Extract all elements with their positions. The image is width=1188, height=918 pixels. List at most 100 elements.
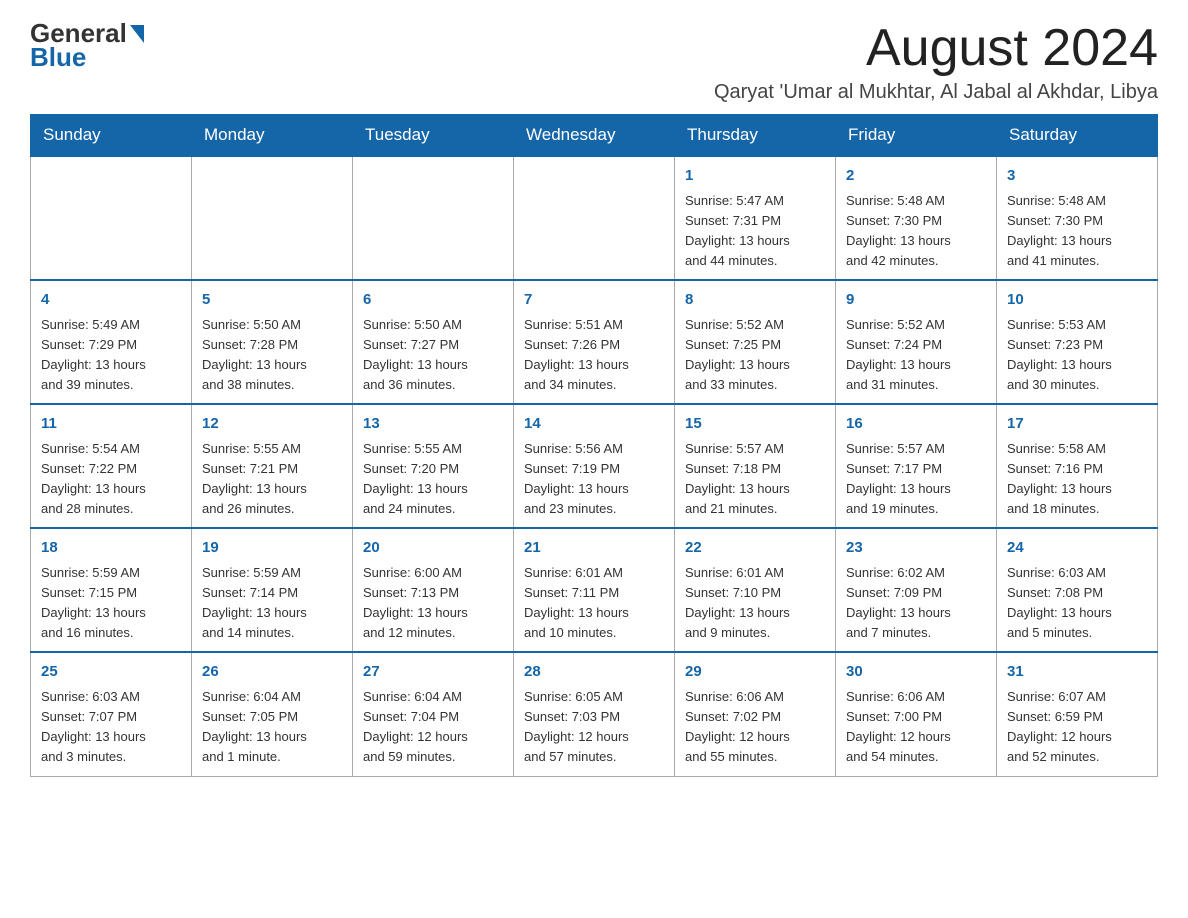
week-row-5: 25 Sunrise: 6:03 AM Sunset: 7:07 PM Dayli… [31, 652, 1158, 776]
day-info: Sunrise: 5:47 AM Sunset: 7:31 PM Dayligh… [685, 191, 825, 272]
day-info: Sunrise: 6:01 AM Sunset: 7:11 PM Dayligh… [524, 563, 664, 644]
calendar-cell: 14Sunrise: 5:56 AM Sunset: 7:19 PM Dayli… [514, 404, 675, 528]
calendar-cell: 6 Sunrise: 5:50 AM Sunset: 7:27 PM Daylig… [353, 280, 514, 404]
header: General Blue August 2024 Qaryat 'Umar al… [30, 20, 1158, 104]
day-number: 13 [363, 413, 503, 436]
calendar-cell: 17 Sunrise: 5:58 AM Sunset: 7:16 PM Dayli… [997, 404, 1158, 528]
day-number: 21 [524, 537, 664, 560]
day-number: 19 [202, 537, 342, 560]
week-row-3: 11Sunrise: 5:54 AM Sunset: 7:22 PM Dayli… [31, 404, 1158, 528]
calendar-cell: 12 Sunrise: 5:55 AM Sunset: 7:21 PM Dayli… [192, 404, 353, 528]
calendar-cell: 22Sunrise: 6:01 AM Sunset: 7:10 PM Dayli… [675, 528, 836, 652]
day-number: 29 [685, 661, 825, 684]
calendar-cell: 7 Sunrise: 5:51 AM Sunset: 7:26 PM Daylig… [514, 280, 675, 404]
day-number: 8 [685, 289, 825, 312]
calendar-cell: 26 Sunrise: 6:04 AM Sunset: 7:05 PM Dayli… [192, 652, 353, 776]
day-number: 2 [846, 165, 986, 188]
calendar-cell: 27 Sunrise: 6:04 AM Sunset: 7:04 PM Dayli… [353, 652, 514, 776]
day-number: 16 [846, 413, 986, 436]
day-info: Sunrise: 5:50 AM Sunset: 7:27 PM Dayligh… [363, 315, 503, 396]
day-number: 12 [202, 413, 342, 436]
day-number: 18 [41, 537, 181, 560]
day-info: Sunrise: 5:59 AM Sunset: 7:14 PM Dayligh… [202, 563, 342, 644]
day-info: Sunrise: 5:58 AM Sunset: 7:16 PM Dayligh… [1007, 439, 1147, 520]
location-subtitle: Qaryat 'Umar al Mukhtar, Al Jabal al Akh… [714, 81, 1158, 104]
day-number: 26 [202, 661, 342, 684]
calendar-cell: 15Sunrise: 5:57 AM Sunset: 7:18 PM Dayli… [675, 404, 836, 528]
day-info: Sunrise: 6:07 AM Sunset: 6:59 PM Dayligh… [1007, 687, 1147, 768]
day-number: 23 [846, 537, 986, 560]
col-header-sunday: Sunday [31, 115, 192, 157]
calendar-cell [31, 156, 192, 280]
calendar-cell: 20Sunrise: 6:00 AM Sunset: 7:13 PM Dayli… [353, 528, 514, 652]
day-info: Sunrise: 6:05 AM Sunset: 7:03 PM Dayligh… [524, 687, 664, 768]
calendar-cell: 11Sunrise: 5:54 AM Sunset: 7:22 PM Dayli… [31, 404, 192, 528]
day-number: 4 [41, 289, 181, 312]
day-number: 9 [846, 289, 986, 312]
calendar-cell: 13 Sunrise: 5:55 AM Sunset: 7:20 PM Dayli… [353, 404, 514, 528]
calendar-cell: 19 Sunrise: 5:59 AM Sunset: 7:14 PM Dayli… [192, 528, 353, 652]
day-number: 17 [1007, 413, 1147, 436]
col-header-saturday: Saturday [997, 115, 1158, 157]
day-info: Sunrise: 5:57 AM Sunset: 7:17 PM Dayligh… [846, 439, 986, 520]
calendar-cell: 29Sunrise: 6:06 AM Sunset: 7:02 PM Dayli… [675, 652, 836, 776]
day-number: 28 [524, 661, 664, 684]
day-number: 27 [363, 661, 503, 684]
day-info: Sunrise: 6:06 AM Sunset: 7:00 PM Dayligh… [846, 687, 986, 768]
day-info: Sunrise: 6:03 AM Sunset: 7:07 PM Dayligh… [41, 687, 181, 768]
week-row-1: 1 Sunrise: 5:47 AM Sunset: 7:31 PM Daylig… [31, 156, 1158, 280]
calendar-cell [353, 156, 514, 280]
day-number: 31 [1007, 661, 1147, 684]
day-info: Sunrise: 5:59 AM Sunset: 7:15 PM Dayligh… [41, 563, 181, 644]
day-info: Sunrise: 5:48 AM Sunset: 7:30 PM Dayligh… [846, 191, 986, 272]
day-info: Sunrise: 5:51 AM Sunset: 7:26 PM Dayligh… [524, 315, 664, 396]
day-info: Sunrise: 6:04 AM Sunset: 7:04 PM Dayligh… [363, 687, 503, 768]
calendar-cell [192, 156, 353, 280]
day-number: 7 [524, 289, 664, 312]
day-number: 3 [1007, 165, 1147, 188]
day-number: 1 [685, 165, 825, 188]
day-number: 10 [1007, 289, 1147, 312]
day-info: Sunrise: 5:55 AM Sunset: 7:21 PM Dayligh… [202, 439, 342, 520]
calendar-cell [514, 156, 675, 280]
day-number: 20 [363, 537, 503, 560]
calendar-cell: 18 Sunrise: 5:59 AM Sunset: 7:15 PM Dayli… [31, 528, 192, 652]
week-row-4: 18 Sunrise: 5:59 AM Sunset: 7:15 PM Dayli… [31, 528, 1158, 652]
month-title: August 2024 [714, 20, 1158, 77]
day-number: 6 [363, 289, 503, 312]
day-number: 14 [524, 413, 664, 436]
day-info: Sunrise: 5:52 AM Sunset: 7:24 PM Dayligh… [846, 315, 986, 396]
day-number: 22 [685, 537, 825, 560]
day-number: 30 [846, 661, 986, 684]
col-header-thursday: Thursday [675, 115, 836, 157]
calendar-cell: 10 Sunrise: 5:53 AM Sunset: 7:23 PM Dayli… [997, 280, 1158, 404]
day-number: 25 [41, 661, 181, 684]
day-info: Sunrise: 5:52 AM Sunset: 7:25 PM Dayligh… [685, 315, 825, 396]
day-number: 15 [685, 413, 825, 436]
day-info: Sunrise: 6:03 AM Sunset: 7:08 PM Dayligh… [1007, 563, 1147, 644]
calendar-table: SundayMondayTuesdayWednesdayThursdayFrid… [30, 114, 1158, 776]
calendar-cell: 1 Sunrise: 5:47 AM Sunset: 7:31 PM Daylig… [675, 156, 836, 280]
day-number: 24 [1007, 537, 1147, 560]
calendar-cell: 30 Sunrise: 6:06 AM Sunset: 7:00 PM Dayli… [836, 652, 997, 776]
logo-blue-text: Blue [30, 44, 86, 70]
calendar-cell: 23Sunrise: 6:02 AM Sunset: 7:09 PM Dayli… [836, 528, 997, 652]
week-row-2: 4Sunrise: 5:49 AM Sunset: 7:29 PM Daylig… [31, 280, 1158, 404]
calendar-cell: 3Sunrise: 5:48 AM Sunset: 7:30 PM Daylig… [997, 156, 1158, 280]
day-number: 5 [202, 289, 342, 312]
day-info: Sunrise: 6:04 AM Sunset: 7:05 PM Dayligh… [202, 687, 342, 768]
calendar-cell: 9 Sunrise: 5:52 AM Sunset: 7:24 PM Daylig… [836, 280, 997, 404]
col-header-tuesday: Tuesday [353, 115, 514, 157]
day-info: Sunrise: 5:53 AM Sunset: 7:23 PM Dayligh… [1007, 315, 1147, 396]
col-header-friday: Friday [836, 115, 997, 157]
calendar-cell: 28 Sunrise: 6:05 AM Sunset: 7:03 PM Dayli… [514, 652, 675, 776]
calendar-cell: 21 Sunrise: 6:01 AM Sunset: 7:11 PM Dayli… [514, 528, 675, 652]
calendar-cell: 2 Sunrise: 5:48 AM Sunset: 7:30 PM Daylig… [836, 156, 997, 280]
day-info: Sunrise: 5:50 AM Sunset: 7:28 PM Dayligh… [202, 315, 342, 396]
logo: General Blue [30, 20, 144, 70]
day-info: Sunrise: 5:55 AM Sunset: 7:20 PM Dayligh… [363, 439, 503, 520]
day-number: 11 [41, 413, 181, 436]
calendar-cell: 16 Sunrise: 5:57 AM Sunset: 7:17 PM Dayli… [836, 404, 997, 528]
col-header-monday: Monday [192, 115, 353, 157]
calendar-cell: 31 Sunrise: 6:07 AM Sunset: 6:59 PM Dayli… [997, 652, 1158, 776]
